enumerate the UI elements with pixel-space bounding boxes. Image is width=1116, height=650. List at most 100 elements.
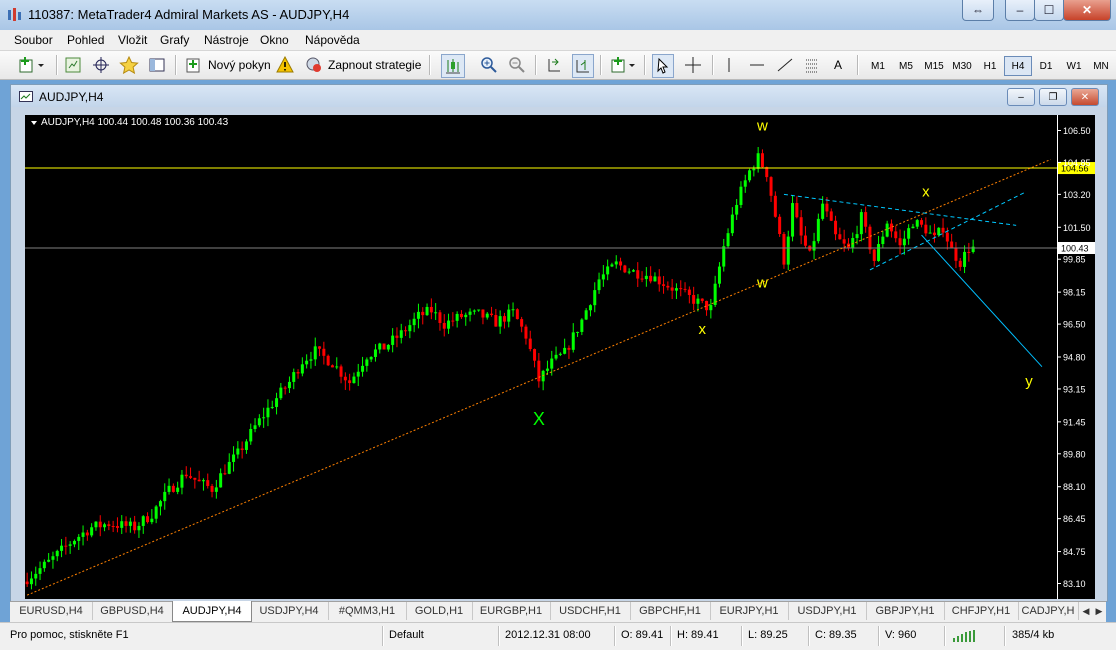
- minimize-icon: –: [1018, 91, 1024, 103]
- new-order-button[interactable]: Nový pokyn: [184, 54, 271, 76]
- tab-gbpjpy-h1[interactable]: GBPJPY,H1: [866, 602, 945, 620]
- price-chart[interactable]: 104.56100.43 wxwxyX 106.50104.85103.2010…: [25, 115, 1095, 599]
- candle-body: [339, 366, 343, 377]
- menu-file[interactable]: Soubor: [14, 33, 53, 47]
- candle-body: [167, 485, 171, 492]
- candle-body: [877, 244, 881, 261]
- candle-body: [107, 524, 111, 527]
- tab-usdjpy-h1[interactable]: USDJPY,H1: [788, 602, 867, 620]
- chart-shift-icon: [576, 60, 589, 73]
- chart-restore-button[interactable]: ❐: [1039, 88, 1067, 106]
- tab-usdjpy-h4[interactable]: USDJPY,H4: [250, 602, 329, 620]
- timeframe-h1[interactable]: H1: [976, 56, 1004, 76]
- chart-minimize-button[interactable]: –: [1007, 88, 1035, 106]
- tab-gold-h1[interactable]: GOLD,H1: [406, 602, 473, 620]
- timeframe-d1[interactable]: D1: [1032, 56, 1060, 76]
- tab-gbpchf-h1[interactable]: GBPCHF,H1: [630, 602, 711, 620]
- timeframe-mn[interactable]: MN: [1088, 56, 1114, 76]
- candle-body: [266, 407, 270, 418]
- menu-tools[interactable]: Nástroje: [204, 33, 249, 47]
- candle-body: [872, 249, 876, 261]
- candle-body: [859, 212, 863, 235]
- candle-body: [408, 325, 412, 332]
- y-tick-label: 103.20: [1063, 190, 1091, 200]
- auto-scroll-button[interactable]: [544, 54, 562, 76]
- tab-qmm3-h1[interactable]: #QMM3,H1: [328, 602, 407, 620]
- favorites-button[interactable]: [119, 54, 139, 76]
- candle-body: [326, 355, 330, 366]
- candle-body: [421, 311, 425, 316]
- menu-charts[interactable]: Grafy: [160, 33, 189, 47]
- wave-label[interactable]: x: [699, 321, 707, 338]
- indicators-button[interactable]: [610, 54, 638, 76]
- text-tool[interactable]: A: [834, 54, 842, 76]
- candle-body: [77, 536, 81, 541]
- timeframe-m30[interactable]: M30: [948, 56, 976, 76]
- trendline-tool[interactable]: [776, 54, 794, 76]
- candle-body: [803, 235, 807, 246]
- tab-cadjpy-h[interactable]: CADJPY,H: [1018, 602, 1079, 620]
- maximize-button[interactable]: ☐: [1034, 0, 1064, 21]
- tabs-scroll-left-button[interactable]: ◀: [1080, 604, 1092, 618]
- tab-eurjpy-h1[interactable]: EURJPY,H1: [710, 602, 789, 620]
- horizontal-line-tool[interactable]: [748, 54, 766, 76]
- close-button[interactable]: ✕: [1063, 0, 1111, 21]
- fibonacci-tool[interactable]: [803, 54, 821, 76]
- candle-body: [171, 485, 175, 492]
- wave-label[interactable]: w: [756, 274, 768, 291]
- menu-window[interactable]: Okno: [260, 33, 289, 47]
- minimize-button[interactable]: –: [1005, 0, 1035, 21]
- candle-body: [597, 279, 601, 291]
- zoom-out-button[interactable]: [508, 54, 526, 76]
- tab-usdchf-h1[interactable]: USDCHF,H1: [550, 602, 631, 620]
- timeframe-w1[interactable]: W1: [1060, 56, 1088, 76]
- wave-label[interactable]: x: [922, 183, 930, 200]
- chart-shift-button[interactable]: [572, 54, 594, 78]
- tab-audjpy-h4[interactable]: AUDJPY,H4: [172, 601, 252, 622]
- candle-body: [429, 306, 433, 313]
- autotrading-button[interactable]: Zapnout strategie: [304, 54, 421, 76]
- menu-insert[interactable]: Vložit: [118, 33, 147, 47]
- profiles-button[interactable]: [64, 54, 82, 76]
- candle-body: [619, 261, 623, 266]
- timeframe-m1[interactable]: M1: [864, 56, 892, 76]
- navigator-button[interactable]: [148, 54, 166, 76]
- crosshair-button[interactable]: [92, 54, 110, 76]
- chart-close-button[interactable]: ✕: [1071, 88, 1099, 106]
- tab-eurgbp-h1[interactable]: EURGBP,H1: [472, 602, 551, 620]
- timeframe-m5[interactable]: M5: [892, 56, 920, 76]
- candle-body: [47, 559, 51, 562]
- wave-label[interactable]: X: [533, 409, 545, 429]
- candle-body: [726, 233, 730, 247]
- trendline[interactable]: [26, 159, 1051, 596]
- trendline[interactable]: [869, 191, 1025, 271]
- trendline[interactable]: [921, 234, 1043, 368]
- tab-eurusd-h4[interactable]: EURUSD,H4: [10, 602, 93, 620]
- bar-chart-button[interactable]: [441, 54, 465, 78]
- cursor-tool-button[interactable]: [652, 54, 674, 78]
- tab-chfjpy-h1[interactable]: CHFJPY,H1: [944, 602, 1019, 620]
- tab-gbpusd-h4[interactable]: GBPUSD,H4: [92, 602, 173, 620]
- crosshair-tool-button[interactable]: [684, 54, 702, 76]
- new-chart-button[interactable]: [18, 54, 46, 76]
- candle-body: [455, 313, 459, 321]
- vertical-line-tool[interactable]: [722, 54, 736, 76]
- wave-label[interactable]: y: [1025, 373, 1033, 390]
- menu-view[interactable]: Pohled: [67, 33, 104, 47]
- tabs-scroll-right-button[interactable]: ▶: [1093, 604, 1105, 618]
- candle-body: [902, 238, 906, 246]
- candle-body: [356, 371, 360, 377]
- menu-help[interactable]: Nápověda: [305, 33, 360, 47]
- timeframe-m15[interactable]: M15: [920, 56, 948, 76]
- alert-button[interactable]: [276, 54, 294, 76]
- candle-body: [821, 203, 825, 219]
- timeframe-h4[interactable]: H4: [1004, 56, 1032, 76]
- restore-size-button[interactable]: ⇔: [962, 0, 994, 21]
- zoom-in-button[interactable]: [480, 54, 498, 76]
- wave-label[interactable]: w: [756, 117, 768, 134]
- fibonacci-icon: [806, 59, 818, 73]
- candle-body: [773, 195, 777, 217]
- candle-body: [825, 203, 829, 212]
- candle-body: [141, 516, 145, 526]
- candle-body: [283, 387, 287, 389]
